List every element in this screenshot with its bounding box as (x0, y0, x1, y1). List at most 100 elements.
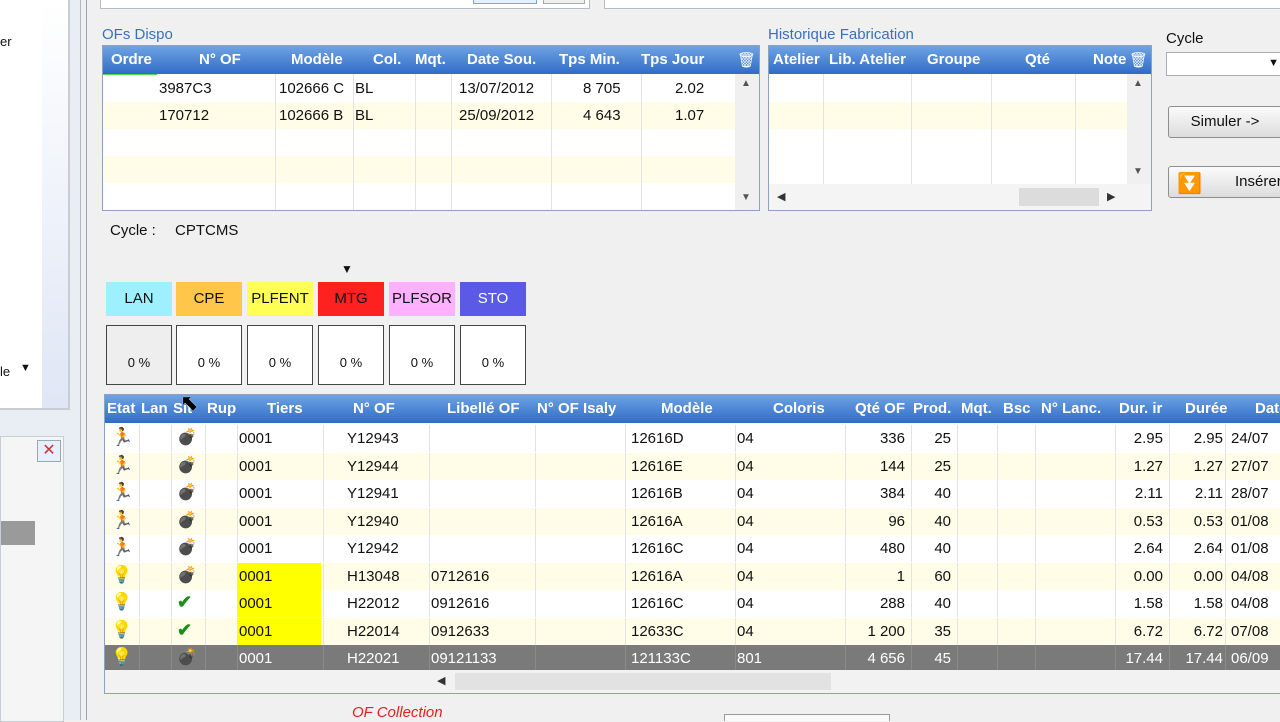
cell-date: 27/07 (1231, 457, 1269, 475)
cell-prod: 25 (934, 457, 951, 475)
horizontal-scrollbar[interactable]: ◀ (105, 670, 1280, 693)
col-date[interactable]: Date (1255, 400, 1280, 417)
col-tiers[interactable]: Tiers (267, 400, 303, 417)
lightbulb-icon: 💡 (111, 592, 133, 611)
col-groupe[interactable]: Groupe (927, 51, 980, 68)
step-progress-plfsor: 0 % (389, 325, 455, 385)
cell-col: BL (355, 107, 374, 124)
running-person-icon: 🏃 (111, 482, 134, 502)
checkmark-icon: ✔ (177, 619, 193, 640)
left-panel: er le ▼ (0, 0, 70, 410)
col-modele[interactable]: Modèle (291, 51, 343, 68)
cell-modele: 12616A (631, 567, 683, 585)
table-row[interactable]: 🏃 💣 0001 Y12941 12616B 04 384 40 2.11 2.11 28/07 (105, 480, 1280, 507)
cell-coloris: 04 (737, 430, 754, 447)
step-label-sto[interactable]: STO (460, 282, 526, 316)
cell-duree: 2.64 (1193, 540, 1223, 557)
col-lan[interactable]: Lan (141, 400, 168, 417)
cell-n-of: Y12943 (347, 430, 399, 447)
cycle-select[interactable]: ▼ (1166, 52, 1280, 76)
left-panel-lower (0, 436, 64, 722)
col-n-lanc[interactable]: N° Lanc. (1041, 400, 1101, 417)
vertical-scrollbar[interactable]: ▲ ▼ (1127, 74, 1151, 184)
step-label-plfent[interactable]: PLFENT (247, 282, 313, 316)
col-n-of[interactable]: N° OF (353, 400, 395, 417)
cell-n-of: Y12941 (347, 485, 399, 502)
top-toolbar-left (100, 0, 590, 9)
cell-duree: 6.72 (1193, 622, 1223, 640)
cell-coloris: 801 (737, 650, 763, 667)
ofs-dispo-grid: Ordre N° OF Modèle Col. Mqt. Date Sou. T… (102, 45, 760, 211)
col-tps-jour[interactable]: Tps Jour (641, 51, 704, 68)
col-note[interactable]: Note (1093, 51, 1126, 68)
cell-date: 13/07/2012 (459, 80, 535, 97)
col-coloris[interactable]: Coloris (773, 400, 825, 417)
lightbulb-icon: 💡 (111, 619, 133, 639)
trash-icon[interactable]: 🗑 (1129, 51, 1148, 69)
col-rup[interactable]: Rup (207, 400, 236, 417)
step-label-lan[interactable]: LAN (106, 282, 172, 316)
col-n-of-isaly[interactable]: N° OF Isaly (537, 400, 616, 417)
col-prod[interactable]: Prod. (913, 400, 951, 417)
cell-modele: 12633C (631, 622, 684, 640)
col-qte[interactable]: Qté (1025, 51, 1050, 68)
inserer-button[interactable]: ⏬ Insérer (1168, 166, 1280, 198)
cell-n-of: H22014 (347, 622, 400, 640)
cell-tps-jour: 2.02 (675, 80, 705, 97)
col-bsc[interactable]: Bsc (1003, 400, 1031, 417)
step-label-plfsor[interactable]: PLFSOR (389, 282, 455, 316)
col-dur-ir[interactable]: Dur. ir (1119, 400, 1162, 417)
trash-icon[interactable]: 🗑 (737, 51, 756, 69)
col-mqt[interactable]: Mqt. (415, 51, 446, 68)
cell-tiers: 0001 (239, 650, 273, 667)
col-n-of[interactable]: N° OF (199, 51, 241, 68)
table-row[interactable]: 🏃 💣 0001 Y12942 12616C 04 480 40 2.64 2.64 01/08 (105, 535, 1280, 562)
col-date[interactable]: Date Sou. (467, 51, 536, 68)
table-row[interactable]: 🏃 💣 0001 Y12944 12616E 04 144 25 1.27 1.27 27/07 (105, 452, 1280, 480)
horizontal-scrollbar[interactable]: ◀ ▶ (769, 184, 1151, 210)
cell-prod: 25 (934, 430, 951, 447)
col-duree[interactable]: Durée (1185, 400, 1228, 417)
col-libelle-of[interactable]: Libellé OF (447, 400, 520, 417)
table-row[interactable]: 💡 💣 0001 H13048 0712616 12616A 04 1 60 0.00 0.00 04… (105, 562, 1280, 590)
col-modele[interactable]: Modèle (661, 400, 713, 417)
historique-header: Atelier Lib. Atelier Groupe Qté Note 🗑 (769, 46, 1151, 74)
cell-n-of: H22012 (347, 595, 400, 612)
footer-caption: OF Collection (352, 704, 443, 721)
table-row[interactable]: 🏃 💣 0001 Y12940 12616A 04 96 40 0.53 0.53 01/08 (105, 507, 1280, 535)
running-person-icon: 🏃 (111, 537, 134, 557)
cell-dur-ir: 2.11 (1134, 485, 1163, 502)
running-person-icon: 🏃 (111, 454, 134, 475)
close-icon[interactable]: ✕ (37, 440, 61, 462)
col-tps-min[interactable]: Tps Min. (559, 51, 620, 68)
cell-qte-of: 336 (879, 430, 905, 447)
cell-dur-ir: 2.64 (1133, 540, 1163, 557)
scroll-left-icon[interactable]: ◀ (437, 674, 445, 687)
col-atelier[interactable]: Atelier (773, 51, 820, 68)
col-mqt[interactable]: Mqt. (961, 400, 992, 417)
chevron-down-icon[interactable]: ▼ (20, 362, 31, 374)
cell-tps-min: 4 643 (583, 107, 621, 124)
cell-coloris: 04 (737, 457, 754, 475)
cell-qte-of: 144 (879, 457, 905, 475)
col-ordre[interactable]: Ordre (111, 51, 152, 68)
step-label-mtg[interactable]: MTG (318, 282, 384, 316)
simuler-button[interactable]: Simuler -> (1168, 106, 1280, 138)
cell-libelle-of: 0912633 (431, 622, 490, 640)
vertical-scrollbar[interactable]: ▲ ▼ (735, 74, 759, 210)
col-col[interactable]: Col. (373, 51, 401, 68)
scrollbar-thumb[interactable] (455, 673, 831, 690)
table-row[interactable]: 💡 💣 0001 H22021 09121133 121133C 801 4 656 45 17.… (105, 645, 1280, 672)
col-etat[interactable]: Etat (107, 400, 135, 417)
step-label-cpe[interactable]: CPE (176, 282, 242, 316)
col-lib-atelier[interactable]: Lib. Atelier (829, 51, 906, 68)
cell-dur-ir: 1.27 (1133, 457, 1163, 475)
cell-duree: 2.11 (1194, 485, 1223, 502)
mouse-cursor-icon: ⬉ (180, 390, 199, 415)
table-row[interactable]: 🏃 💣 0001 Y12943 12616D 04 336 25 2.95 2.95 24/07 (105, 425, 1280, 452)
table-row[interactable]: 💡 ✔ 0001 H22014 0912633 12633C 04 1 200 35 6.72 6.… (105, 617, 1280, 645)
table-row[interactable]: 💡 ✔ 0001 H22012 0912616 12616C 04 288 40 1.58 1.58… (105, 590, 1280, 617)
col-qte-of[interactable]: Qté OF (855, 400, 905, 417)
scroll-up-icon[interactable]: ▲ (741, 78, 751, 89)
scroll-down-icon[interactable]: ▼ (741, 192, 751, 203)
